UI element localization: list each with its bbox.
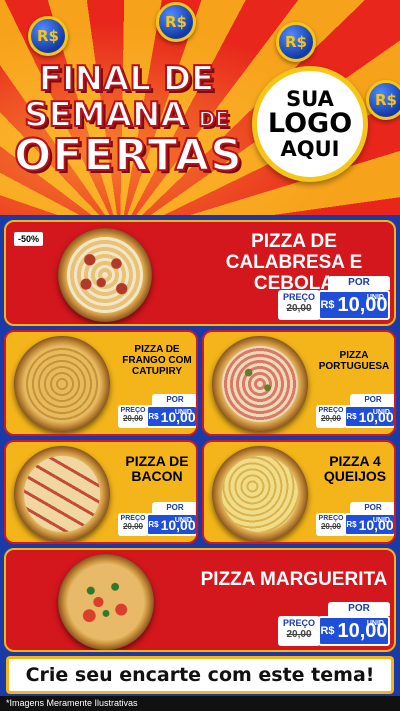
pizza-image: [212, 336, 308, 432]
product-name: PIZZA DE BACON: [125, 453, 189, 485]
headline-line2: SEMANA DE: [23, 95, 230, 135]
product-name: PIZZA PORTUGUESA: [318, 350, 390, 372]
headline-line1: FINAL DE: [38, 59, 216, 99]
price-tag: POR PREÇO 20,00 R$ 10,00 UNID: [118, 502, 196, 536]
new-price: R$ 10,00 UNID: [318, 616, 390, 646]
coin-icon: R$: [276, 22, 316, 62]
new-price: R$ 10,00 UNID: [146, 405, 196, 428]
logo-placeholder: SUA LOGO AQUI: [252, 66, 368, 182]
price-tag: POR PREÇO 20,00 R$ 10,00 UNID: [278, 276, 390, 320]
old-price: PREÇO 20,00: [316, 405, 346, 428]
old-price: PREÇO 20,00: [278, 616, 320, 646]
price-tag: POR PREÇO 20,00 R$ 10,00 UNID: [118, 394, 196, 428]
price-tag: POR PREÇO 20,00 R$ 10,00 UNID: [278, 602, 390, 646]
coin-icon: R$: [28, 16, 68, 56]
product-name: PIZZA MARGUERITA: [200, 569, 388, 590]
coin-icon: R$: [366, 80, 400, 120]
product-card-calabresa: -50% PIZZA DE CALABRESA E CEBOLA POR PRE…: [4, 220, 396, 326]
product-card-frango: PIZZA DE FRANGO COM CATUPIRY POR PREÇO 20…: [4, 330, 198, 436]
price-tag: POR PREÇO 20,00 R$ 10,00 UNID: [316, 394, 394, 428]
new-price: R$ 10,00 UNID: [344, 513, 394, 536]
new-price: R$ 10,00 UNID: [146, 513, 196, 536]
old-price: PREÇO 20,00: [278, 290, 320, 320]
old-price: PREÇO 20,00: [118, 513, 148, 536]
pizza-image: [58, 554, 154, 650]
product-card-bacon: PIZZA DE BACON POR PREÇO 20,00 R$ 10,00 UNI…: [4, 440, 198, 544]
product-name: PIZZA 4 QUEIJOS: [323, 453, 387, 485]
pizza-image: [14, 336, 110, 432]
product-card-marguerita: PIZZA MARGUERITA POR PREÇO 20,00 R$ 10,00 U…: [4, 548, 396, 652]
old-price: PREÇO 20,00: [316, 513, 346, 536]
price-tag: POR PREÇO 20,00 R$ 10,00 UNID: [316, 502, 394, 536]
new-price: R$ 10,00 UNID: [318, 290, 390, 320]
coin-icon: R$: [156, 2, 196, 42]
pizza-image: [212, 446, 308, 542]
product-card-portuguesa: PIZZA PORTUGUESA POR PREÇO 20,00 R$ 10,00 U…: [202, 330, 396, 436]
product-name: PIZZA DE FRANGO COM CATUPIRY: [122, 344, 192, 377]
footer-disclaimer: *Imagens Meramente Ilustrativas: [0, 696, 400, 711]
header-banner: R$ R$ R$ R$ FINAL DE SEMANA DE OFERTAS S…: [0, 0, 400, 215]
old-price: PREÇO 20,00: [118, 405, 148, 428]
pizza-image: [58, 228, 152, 322]
headline-line3: OFERTAS: [13, 130, 243, 181]
product-card-4-queijos: PIZZA 4 QUEIJOS POR PREÇO 20,00 R$ 10,00 UN…: [202, 440, 396, 544]
headline: FINAL DE SEMANA DE OFERTAS: [13, 59, 243, 181]
discount-badge: -50%: [14, 232, 44, 246]
pizza-image: [14, 446, 110, 542]
cta-banner[interactable]: Crie seu encarte com este tema!: [6, 656, 394, 694]
new-price: R$ 10,00 UNID: [344, 405, 394, 428]
